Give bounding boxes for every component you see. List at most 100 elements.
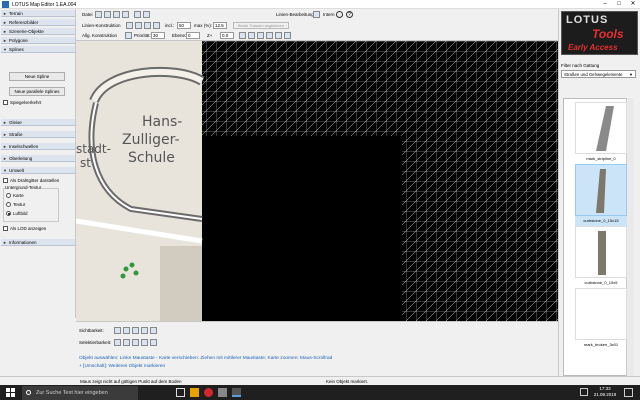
- map-canvas: Hans- Zulliger- Schule stadt- st: [76, 41, 558, 321]
- filter-select[interactable]: Straßen und Gehwegelemente ▼: [561, 70, 636, 78]
- clock-icon[interactable]: [336, 11, 343, 18]
- chevron-down-icon: ▼: [629, 72, 633, 77]
- item-caption: curbstone_0_15x15: [583, 218, 619, 223]
- selectable-icon-2[interactable]: [123, 339, 130, 346]
- selectable-label: Selektierbarkeit:: [79, 340, 112, 345]
- angle-icon[interactable]: [126, 22, 133, 29]
- wireframe-label: Als Drahtgitter darstellen: [10, 178, 60, 183]
- construct-tool-icon[interactable]: [125, 32, 132, 39]
- height-icon[interactable]: [153, 22, 160, 29]
- selectable-icon-3[interactable]: [132, 339, 139, 346]
- title-bar: LOTUS Map Editor 1.EA.004 – □ ✕: [0, 0, 640, 9]
- plane-input[interactable]: 0: [186, 32, 200, 39]
- app-icon-2[interactable]: [218, 388, 227, 397]
- slope-icon[interactable]: [144, 22, 151, 29]
- maximize-icon[interactable]: □: [612, 0, 626, 9]
- list-item-selected[interactable]: curbstone_0_15x15: [575, 164, 627, 226]
- mirrored-checkbox[interactable]: [3, 100, 8, 105]
- toolbar: Datei Linien-Bearbeitung Intern ? Linien…: [76, 9, 558, 41]
- opera-icon[interactable]: [204, 388, 213, 397]
- lod-checkbox[interactable]: [3, 226, 8, 231]
- z-input[interactable]: 0.0: [220, 32, 234, 39]
- merge-tracks-button[interactable]: Beide Trassen angleichen: [233, 22, 289, 29]
- visibility-icon-5[interactable]: [150, 327, 157, 334]
- selectable-icon-5[interactable]: [150, 339, 157, 346]
- selectable-icon-1[interactable]: [114, 339, 121, 346]
- terrain-grid-top: [200, 41, 558, 136]
- save-icon[interactable]: [95, 11, 102, 18]
- lotus-taskbar-icon[interactable]: [232, 388, 241, 397]
- network-icon[interactable]: [580, 388, 588, 396]
- logo-mid-text: Tools: [592, 27, 624, 41]
- file-explorer-icon[interactable]: [190, 388, 199, 397]
- notification-icon[interactable]: [624, 388, 633, 397]
- logo-top-text: LOTUS: [566, 14, 609, 26]
- save-all-icon[interactable]: [104, 11, 111, 18]
- line-edit-tool-icon[interactable]: [313, 11, 320, 18]
- building: [160, 246, 202, 321]
- texture-map-label: Karte: [13, 193, 24, 198]
- taskbar-search-box[interactable]: Zur Suche Text hier eingeben: [22, 386, 138, 400]
- filter-label: Filter nach Gattung: [561, 63, 600, 68]
- help-icon[interactable]: ?: [346, 11, 353, 18]
- section-splines[interactable]: ▼ Splines: [1, 46, 75, 53]
- section-szenerie-objekte[interactable]: ► Szenerie-Objekte: [1, 28, 75, 35]
- underground-texture-group: [3, 188, 59, 222]
- section-umwelt[interactable]: ▼ Umwelt: [1, 167, 75, 174]
- section-informationen[interactable]: ► Informationen: [1, 239, 75, 246]
- windows-start-icon[interactable]: [6, 388, 15, 397]
- max-input[interactable]: 12.5: [213, 22, 227, 29]
- redo-icon[interactable]: [143, 11, 150, 18]
- new-parallel-splines-button[interactable]: Neue parallele Splines: [9, 87, 65, 96]
- intern-label: Intern: [323, 12, 335, 17]
- visibility-icon-3[interactable]: [132, 327, 139, 334]
- section-strasse[interactable]: ► Straße: [1, 131, 75, 138]
- item-caption: mark_stripline_0: [586, 156, 616, 161]
- undo-icon[interactable]: [134, 11, 141, 18]
- lod-label: Als LOD anzeigen: [10, 226, 47, 231]
- wireframe-checkbox[interactable]: [3, 178, 8, 183]
- terrain-grid-right: [402, 136, 558, 321]
- section-polygone[interactable]: ► Polygone: [1, 37, 75, 44]
- incl-input[interactable]: 50: [177, 22, 191, 29]
- list-item[interactable]: curbstone_0_15x5: [575, 226, 627, 288]
- visibility-icon-1[interactable]: [114, 327, 121, 334]
- selectable-icon-4[interactable]: [141, 339, 148, 346]
- new-spline-button[interactable]: Neue Spline: [9, 72, 65, 81]
- list-item[interactable]: mark_stripline_0: [575, 102, 627, 164]
- section-gleise[interactable]: ► Gleise: [1, 119, 75, 126]
- export-icon[interactable]: [122, 11, 129, 18]
- visibility-icon-2[interactable]: [123, 327, 130, 334]
- priority-input[interactable]: 30: [151, 32, 165, 39]
- snap-icon-6[interactable]: [284, 32, 291, 39]
- snap-icon-2[interactable]: [248, 32, 255, 39]
- status-right: Kein Objekt markiert.: [326, 379, 369, 384]
- mirrored-label: Spiegelverkehrt: [10, 100, 42, 105]
- texture-aerial-radio[interactable]: [6, 211, 11, 216]
- map-viewport[interactable]: Hans- Zulliger- Schule stadt- st: [76, 41, 558, 321]
- section-oberleitung[interactable]: ► Oberleitung: [1, 155, 75, 162]
- snap-icon-4[interactable]: [266, 32, 273, 39]
- task-view-icon[interactable]: [176, 388, 185, 397]
- section-inselschwellen[interactable]: ► Inselschwellen: [1, 143, 75, 150]
- tree-marker-1: [123, 266, 129, 272]
- texture-map-radio[interactable]: [6, 193, 11, 198]
- item-thumbnail: [575, 226, 627, 278]
- close-icon[interactable]: ✕: [626, 0, 640, 9]
- visibility-icon-4[interactable]: [141, 327, 148, 334]
- list-item[interactable]: mark_broken_3x01: [575, 288, 627, 350]
- snap-icon-3[interactable]: [257, 32, 264, 39]
- clock-time[interactable]: 17:33: [592, 386, 618, 391]
- snap-icon-1[interactable]: [239, 32, 246, 39]
- texture-texture-radio[interactable]: [6, 202, 11, 207]
- snap-icon-5[interactable]: [275, 32, 282, 39]
- window-title: LOTUS Map Editor 1.EA.004: [12, 2, 77, 8]
- object-list-scrollbar[interactable]: [626, 98, 634, 376]
- section-terrain[interactable]: ► Terrain: [1, 10, 75, 17]
- minimize-icon[interactable]: –: [598, 0, 612, 9]
- lotus-tools-logo: LOTUS Tools Early Access: [561, 11, 638, 55]
- section-referenzbilder[interactable]: ► Referenzbilder: [1, 19, 75, 26]
- arc-icon[interactable]: [135, 22, 142, 29]
- open-icon[interactable]: [113, 11, 120, 18]
- clock-date[interactable]: 21.09.2018: [592, 392, 618, 397]
